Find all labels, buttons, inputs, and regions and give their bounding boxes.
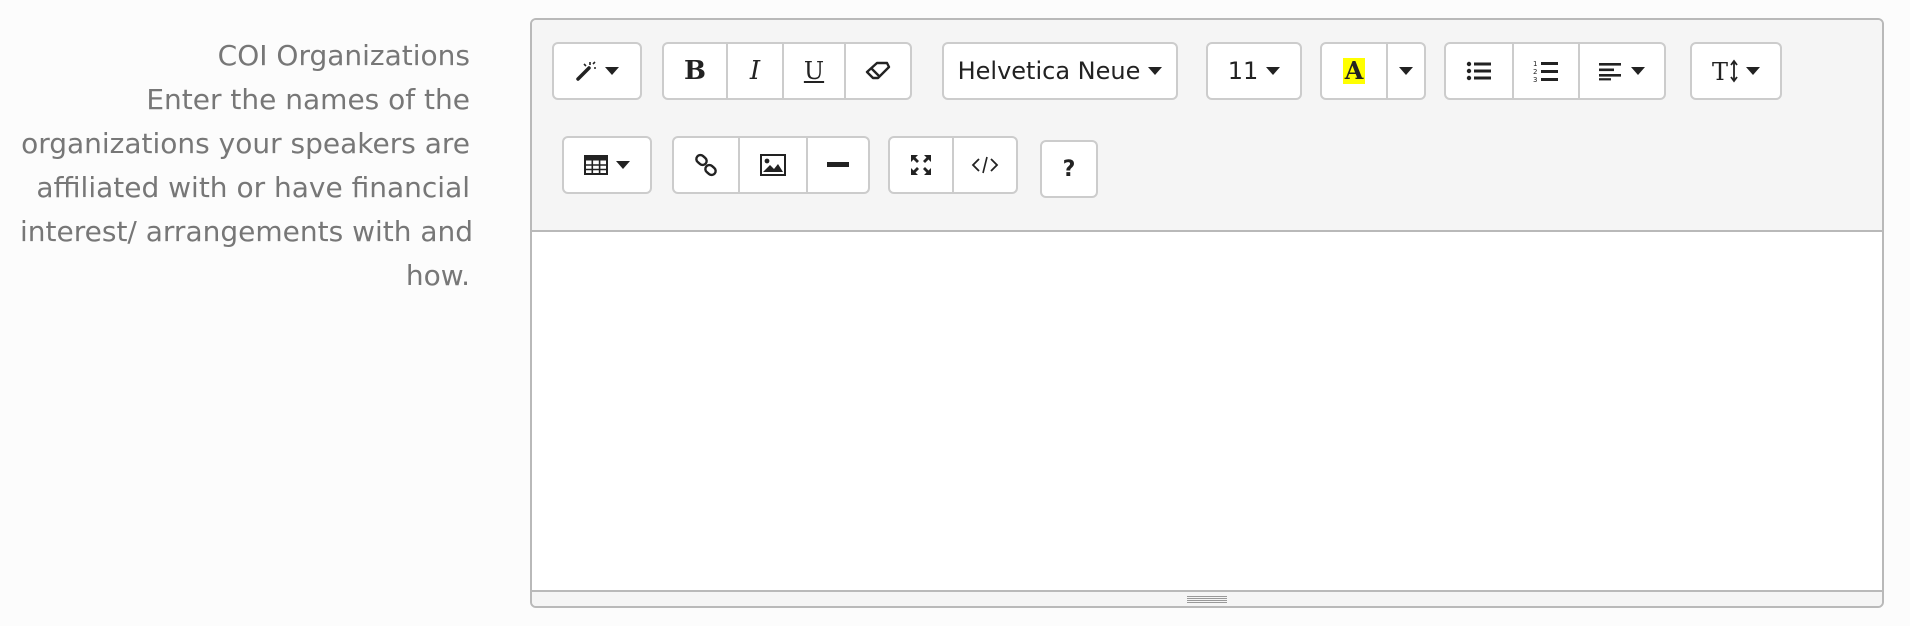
ordered-list-icon: 1 2 3 [1533,60,1558,83]
svg-text:3: 3 [1533,76,1537,83]
fullscreen-button[interactable] [890,138,952,192]
text-height-icon: T [1712,59,1738,83]
color-group: A [1320,42,1426,100]
chevron-down-icon [616,161,630,169]
font-style-group: B I U [662,42,912,100]
chevron-down-icon [1399,67,1413,75]
eraser-icon [865,61,891,80]
magic-wand-icon [576,61,596,81]
font-size-dropdown[interactable]: 11 [1208,44,1300,98]
help-text-line: Enter the names of the [146,83,470,116]
insert-group [672,136,870,194]
table-icon [584,155,608,175]
svg-text:1: 1 [1533,60,1537,68]
font-name-label: Helvetica Neue [957,57,1141,85]
help-text-line: how. [405,259,470,292]
bold-icon: B [684,56,706,86]
italic-icon: I [749,56,761,86]
unordered-list-button[interactable] [1446,44,1512,98]
unordered-list-icon [1466,61,1491,81]
help-text-line: organizations your speakers are [21,127,470,160]
font-name-group: Helvetica Neue [942,42,1178,100]
style-dropdown-button[interactable] [554,44,640,98]
help-button[interactable]: ? [1042,142,1096,196]
line-height-group: T [1690,42,1782,100]
help-text-line: affiliated with or have financial [36,171,470,204]
chevron-down-icon [1631,67,1645,75]
link-icon [695,153,717,177]
insert-hr-button[interactable] [806,138,868,192]
chevron-down-icon [605,67,619,75]
highlight-color-button[interactable]: A [1322,44,1386,98]
code-view-button[interactable] [952,138,1016,192]
chevron-down-icon [1266,67,1281,75]
view-group [888,136,1018,194]
fullscreen-icon [911,155,931,175]
insert-picture-button[interactable] [738,138,806,192]
font-size-label: 11 [1227,57,1259,85]
question-icon: ? [1062,156,1076,182]
italic-button[interactable]: I [726,44,782,98]
horizontal-rule-icon [827,162,849,167]
style-group [552,42,642,100]
field-title: COI Organizations [217,39,470,72]
table-dropdown-button[interactable] [564,138,650,192]
picture-icon [760,154,786,176]
editor-content-area[interactable] [532,232,1882,592]
color-dropdown-button[interactable] [1386,44,1424,98]
underline-icon: U [803,57,825,85]
code-icon [971,156,999,174]
rich-text-editor: B I U Helvetica Neue 11 A 1 2 3 T ? [530,18,1884,608]
align-left-icon [1599,63,1621,81]
font-name-dropdown[interactable]: Helvetica Neue [944,44,1176,98]
insert-link-button[interactable] [674,138,738,192]
help-group: ? [1040,140,1098,198]
editor-toolbar: B I U Helvetica Neue 11 A 1 2 3 T ? [532,20,1882,232]
clear-format-button[interactable] [844,44,910,98]
ordered-list-button[interactable]: 1 2 3 [1512,44,1578,98]
line-height-dropdown[interactable]: T [1692,44,1780,98]
svg-text:2: 2 [1533,68,1537,76]
editor-resize-handle[interactable] [532,590,1882,606]
svg-text:T: T [1712,59,1728,83]
help-text-line: interest/ arrangements with and [20,215,474,248]
resize-grip-icon [1187,595,1227,603]
field-label: COI Organizations Enter the names of the… [20,34,474,298]
chevron-down-icon [1746,67,1760,75]
chevron-down-icon [1148,67,1163,75]
paragraph-group: 1 2 3 [1444,42,1666,100]
bold-button[interactable]: B [664,44,726,98]
table-group [562,136,652,194]
underline-button[interactable]: U [782,44,844,98]
paragraph-align-dropdown[interactable] [1578,44,1664,98]
font-size-group: 11 [1206,42,1302,100]
highlight-icon: A [1342,56,1366,85]
